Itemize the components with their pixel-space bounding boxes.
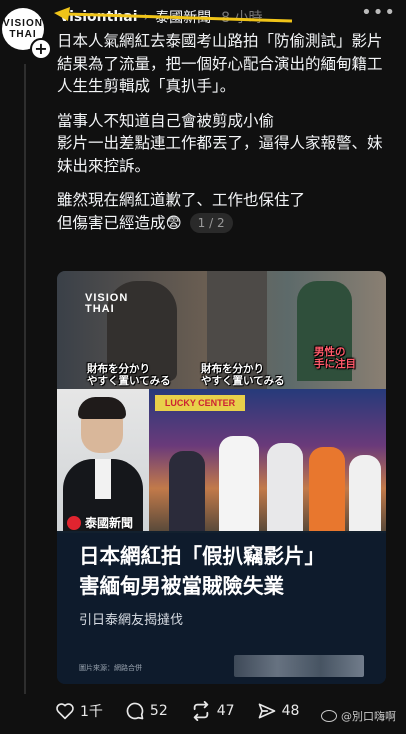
- weibo-watermark-text: @別口嗨啊: [341, 710, 396, 723]
- comment-button[interactable]: 52: [125, 701, 168, 721]
- watermark-line2: THAI: [85, 303, 115, 315]
- blurred-region: [234, 655, 364, 677]
- person-shape: [309, 447, 345, 531]
- video-frames: VISION THAI 財布を分かり やすく置いてみる 財布を分かり やすく置い…: [57, 271, 386, 389]
- headline-line-1: 日本網紅拍「假扒竊影片」: [79, 544, 325, 568]
- repost-count: 47: [216, 703, 235, 719]
- headline-banner: 日本網紅拍「假扒竊影片」 害緬甸男被當賊險失業 引日泰網友揭撻伐 圖片來源：網路…: [57, 533, 386, 684]
- hair-shape: [78, 397, 126, 419]
- avatar-text-line1: VISION: [3, 18, 43, 29]
- person-shape: [267, 443, 303, 531]
- subheadline: 引日泰網友揭撻伐: [79, 613, 184, 628]
- post-paragraph-3: 雖然現在網紅道歉了、工作也保住了 但傷害已經造成😨 1 / 2: [57, 189, 397, 234]
- thread-line: [24, 64, 26, 694]
- person-shape: [169, 451, 205, 531]
- headline-line-2: 害緬甸男被當賊險失業: [79, 574, 284, 598]
- comment-count: 52: [149, 703, 168, 719]
- page-indicator: 1 / 2: [189, 213, 233, 233]
- news-logo-text: 泰國新聞: [85, 516, 134, 530]
- location-pin-icon: [67, 515, 81, 530]
- influencer-portrait: [57, 389, 149, 531]
- news-logo: 泰國新聞: [67, 514, 133, 531]
- scene-sign: LUCKY CENTER: [155, 395, 245, 411]
- repost-button[interactable]: 47: [190, 701, 235, 721]
- weibo-watermark: @別口嗨啊: [321, 708, 396, 724]
- send-icon: [258, 703, 275, 719]
- avatar-text-line2: THAI: [9, 29, 37, 40]
- like-button[interactable]: 1千: [55, 701, 103, 721]
- repost-icon: [193, 701, 209, 721]
- vision-thai-watermark: VISION THAI: [85, 293, 128, 315]
- person-shape: [219, 436, 259, 531]
- caption-1: 財布を分かり やすく置いてみる: [87, 363, 171, 387]
- share-button[interactable]: 48: [257, 701, 300, 721]
- more-options-button[interactable]: •••: [361, 2, 396, 23]
- post-image[interactable]: VISION THAI 財布を分かり やすく置いてみる 財布を分かり やすく置い…: [57, 271, 386, 684]
- person-shape: [349, 455, 381, 531]
- post-text: 日本人氣網紅去泰國考山路拍「防偷測試」影片 結果為了流量，把一個好心配合演出的緬…: [57, 30, 397, 234]
- share-count: 48: [281, 703, 300, 719]
- heart-icon: [56, 703, 74, 720]
- comment-icon: [126, 702, 144, 720]
- group-photo: LUCKY CENTER: [149, 389, 386, 531]
- post-paragraph-1: 日本人氣網紅去泰國考山路拍「防偷測試」影片 結果為了流量，把一個好心配合演出的緬…: [57, 32, 383, 95]
- weibo-icon: [321, 710, 337, 722]
- annotation-arrow-icon: [54, 7, 293, 23]
- follow-plus-icon[interactable]: +: [30, 38, 52, 60]
- image-credit: 圖片來源：網路合併: [79, 664, 142, 672]
- post-paragraph-2: 當事人不知道自己會被剪成小偷 影片一出差點連工作都丟了，逼得人家報警、妹妹出來控…: [57, 111, 383, 175]
- shirt-shape: [95, 459, 111, 499]
- caption-2: 財布を分かり やすく置いてみる: [201, 363, 285, 387]
- caption-3: 男性の 手に注目: [314, 346, 356, 370]
- headline: 日本網紅拍「假扒竊影片」 害緬甸男被當賊險失業: [79, 541, 325, 601]
- post-paragraph-3-text: 雖然現在網紅道歉了、工作也保住了 但傷害已經造成😨: [57, 191, 306, 232]
- like-count: 1千: [80, 704, 103, 720]
